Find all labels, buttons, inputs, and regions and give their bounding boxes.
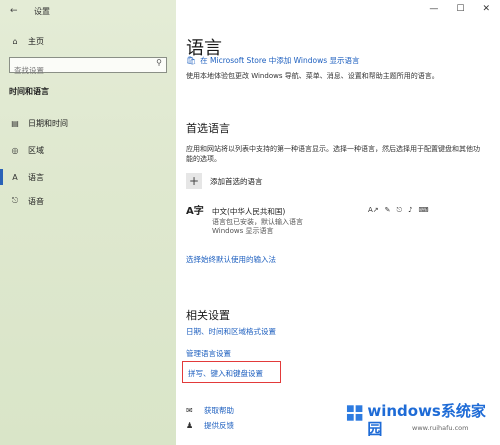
display-language-icon: A↗ [368, 206, 379, 214]
main-panel: — ☐ ✕ 语言 🛍 在 Microsoft Store 中添加 Windows… [176, 0, 500, 445]
related-settings-heading: 相关设置 [186, 309, 230, 322]
search-icon[interactable]: ⚲ [156, 58, 162, 67]
get-help-label: 获取帮助 [204, 406, 234, 415]
windows-logo-icon [346, 405, 363, 421]
sidebar-item-label: 日期和时间 [28, 118, 68, 128]
date-time-region-link[interactable]: 日期、时间和区域格式设置 [186, 326, 276, 337]
preferred-heading: 首选语言 [186, 122, 230, 135]
get-help-link[interactable]: ✉ 获取帮助 [186, 405, 234, 416]
language-list-item[interactable]: A字 中文(中华人民共和国) 语言包已安装，默认输入语言 Windows 显示语… [186, 205, 491, 235]
minimize-button[interactable]: — [429, 4, 438, 14]
home-icon: ⌂ [12, 36, 18, 46]
feedback-link[interactable]: ♟ 提供反馈 [186, 420, 234, 431]
calendar-clock-icon: ▤ [11, 118, 19, 128]
window-controls: — ☐ ✕ [429, 4, 490, 14]
feedback-label: 提供反馈 [204, 421, 234, 430]
microphone-icon: ⎋ [11, 196, 19, 205]
language-display-note: Windows 显示语言 [212, 227, 274, 235]
language-icon: A [12, 172, 18, 182]
add-language-label: 添加首选的语言 [210, 176, 263, 186]
language-feature-icons: A↗ ✎ ⎋ ♪ ⌨ [368, 206, 429, 215]
text-to-speech-icon: ♪ [408, 206, 413, 214]
sidebar-item-label: 主页 [28, 36, 44, 46]
active-indicator [0, 169, 3, 185]
window-title: 设置 [34, 7, 50, 16]
manage-language-link[interactable]: 管理语言设置 [186, 348, 231, 359]
sidebar-item-home[interactable]: ⌂ 主页 [8, 33, 44, 49]
language-pack-icon: A字 [186, 206, 204, 217]
search-box[interactable]: ⚲ [9, 57, 167, 78]
preferred-description: 应用和网站将以列表中支持的第一种语言显示。选择一种语言，然后选择用于配置键盘和其… [186, 145, 480, 163]
sidebar-item-label: 语言 [28, 172, 44, 182]
store-bag-icon: 🛍 [186, 56, 197, 65]
sidebar-item-date-time[interactable]: ▤ 日期和时间 [8, 115, 68, 131]
store-link-label: 在 Microsoft Store 中添加 Windows 显示语言 [200, 56, 360, 65]
add-language-button[interactable]: + 添加首选的语言 [186, 173, 263, 189]
back-arrow-icon[interactable]: ← [10, 5, 24, 17]
spelling-typing-keyboard-link[interactable]: 拼写、键入和键盘设置 [188, 368, 263, 379]
default-input-method-link[interactable]: 选择始终默认使用的输入法 [186, 254, 276, 265]
keyboard-icon: ⌨ [418, 206, 429, 214]
plus-icon: + [186, 173, 202, 189]
sidebar-item-label: 语音 [28, 196, 44, 206]
sidebar-item-region[interactable]: ◎ 区域 [8, 142, 45, 158]
sidebar-item-language[interactable]: A 语言 [8, 169, 44, 185]
close-button[interactable]: ✕ [482, 4, 490, 14]
store-link[interactable]: 🛍 在 Microsoft Store 中添加 Windows 显示语言 [186, 55, 360, 66]
feedback-person-icon: ♟ [186, 421, 194, 430]
watermark: windows系统家园 www.ruihafu.com [346, 402, 496, 442]
search-input[interactable] [10, 63, 148, 78]
watermark-url: www.ruihafu.com [412, 424, 469, 432]
chat-help-icon: ✉ [186, 406, 193, 415]
sidebar-item-label: 区域 [28, 145, 44, 155]
sidebar-section-title: 时间和语言 [9, 87, 49, 96]
speech-icon: ⎋ [396, 206, 403, 214]
sidebar-item-speech[interactable]: ⎋ 语音 [8, 193, 44, 209]
language-description: 使用本地体验包更改 Windows 导航、菜单、消息、设置和帮助主题所用的语言。 [186, 72, 439, 80]
sidebar: ← 设置 ⌂ 主页 ⚲ 时间和语言 ▤ 日期和时间 ◎ 区域 A 语言 ⎋ 语音 [0, 0, 176, 445]
language-name: 中文(中华人民共和国) [212, 207, 286, 216]
maximize-button[interactable]: ☐ [456, 4, 464, 14]
globe-icon: ◎ [11, 145, 19, 155]
watermark-text: windows系统家园 [367, 402, 486, 438]
handwriting-icon: ✎ [384, 206, 391, 214]
